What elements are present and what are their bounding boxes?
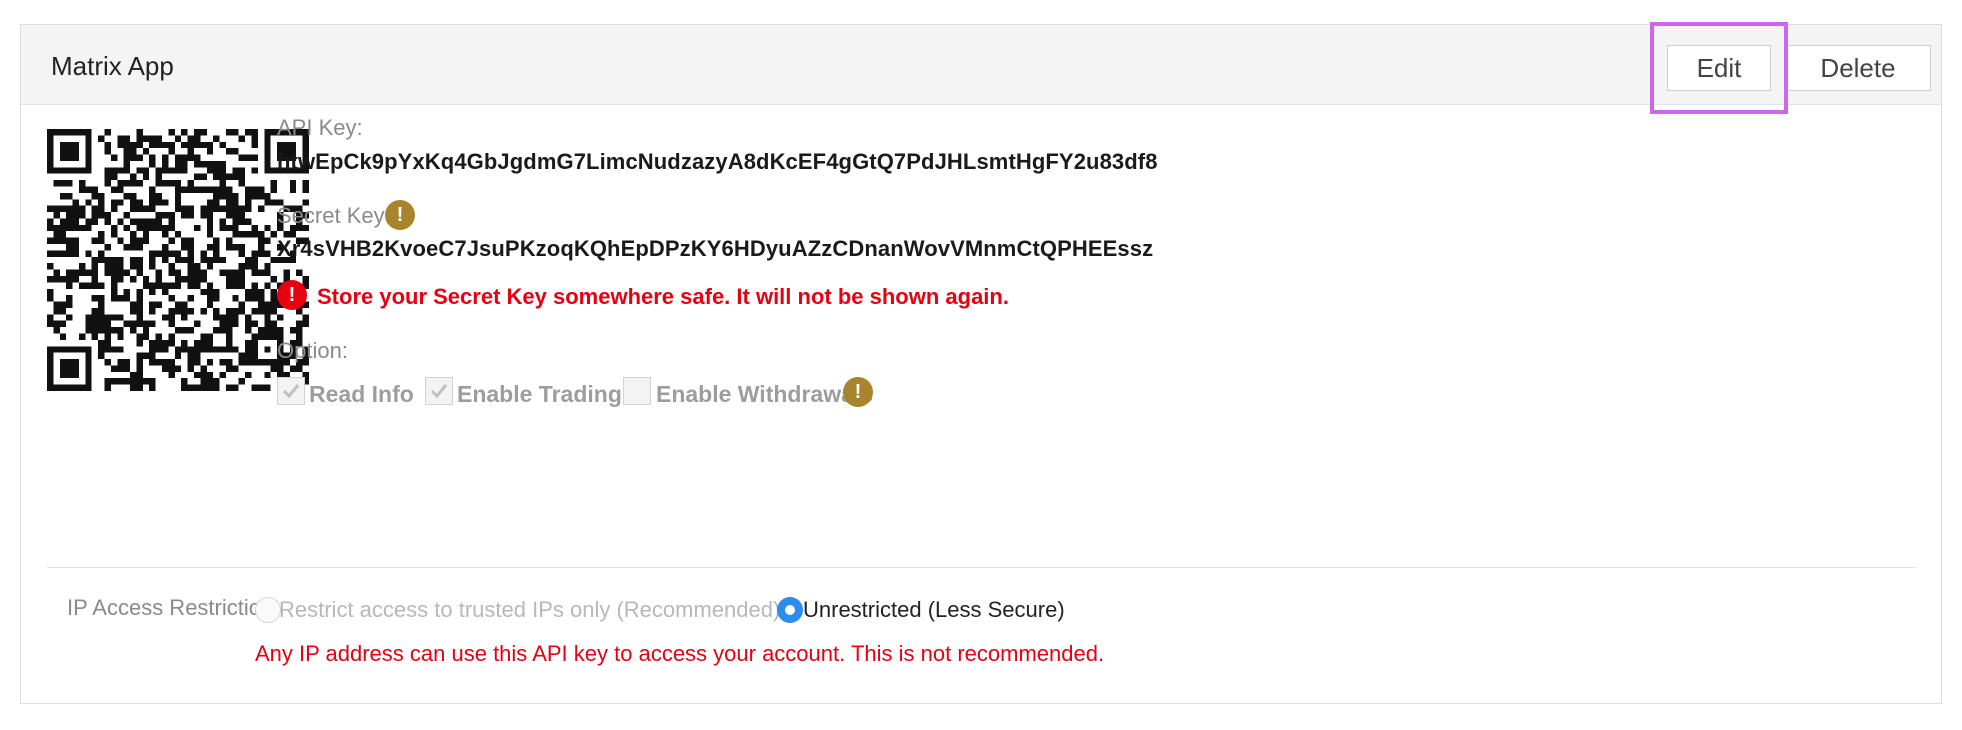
- api-key-label: API Key:: [277, 115, 363, 140]
- read-info-checkbox[interactable]: [277, 377, 305, 405]
- read-info-label: Read Info: [309, 381, 414, 407]
- delete-button[interactable]: Delete: [1785, 45, 1931, 91]
- unrestricted-label[interactable]: Unrestricted (Less Secure): [803, 597, 1065, 623]
- checkmark-icon: [430, 384, 448, 399]
- api-key-card: Matrix App Edit Delete API Key: htwEpCk9…: [20, 22, 1942, 704]
- enable-trading-label: Enable Trading: [457, 381, 622, 407]
- unrestricted-radio[interactable]: [777, 597, 803, 623]
- checkmark-icon: [282, 384, 300, 399]
- app-name: Matrix App: [51, 51, 174, 81]
- secret-key-value: Xr4sVHB2KvoeC7JsuPKzoqKQhEpDPzKY6HDyuAZz…: [277, 236, 1154, 261]
- exclamation-icon[interactable]: !: [385, 200, 415, 230]
- option-label: Option:: [277, 338, 348, 363]
- enable-withdrawals-checkbox[interactable]: [623, 377, 651, 405]
- card-header: Matrix App Edit Delete: [21, 22, 1941, 114]
- divider: [47, 567, 1917, 568]
- secret-key-label: Secret Key:: [277, 203, 391, 228]
- exclamation-icon[interactable]: !: [843, 377, 873, 407]
- enable-trading-checkbox[interactable]: [425, 377, 453, 405]
- restrict-trusted-ips-label[interactable]: Restrict access to trusted IPs only (Rec…: [279, 597, 780, 623]
- restrict-trusted-ips-radio[interactable]: [255, 597, 281, 623]
- edit-button[interactable]: Edit: [1667, 45, 1771, 91]
- ip-restriction-label: IP Access Restriction:: [67, 595, 280, 620]
- error-icon: !: [277, 280, 307, 310]
- store-secret-warning: Store your Secret Key somewhere safe. It…: [317, 284, 1009, 309]
- api-key-value: htwEpCk9pYxKq4GbJgdmG7LimcNudzazyA8dKcEF…: [277, 149, 1158, 174]
- qr-code: [47, 129, 309, 391]
- enable-withdrawals-label: Enable Withdrawals: [656, 381, 874, 407]
- ip-warning-text: Any IP address can use this API key to a…: [255, 641, 1105, 666]
